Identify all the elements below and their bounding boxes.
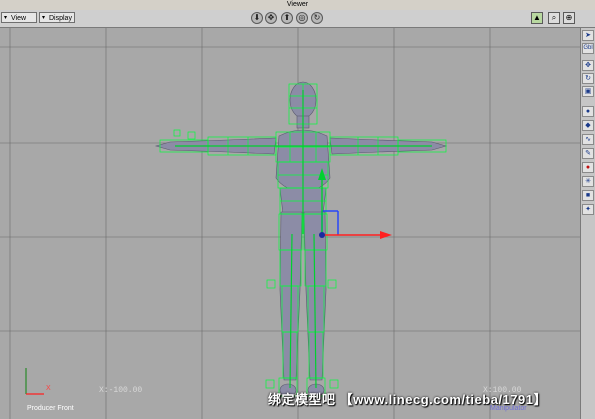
curve-icon[interactable]: ∿ — [582, 134, 594, 145]
viewport-canvas — [0, 28, 580, 419]
view-name: Producer Front — [27, 405, 74, 412]
gbl-icon[interactable]: Gbl — [582, 43, 594, 54]
toolbar: ▾ View ▾ Display ⬇ ✥ ⬆ ◎ ↻ ▲ ⌕ ⊕ — [0, 10, 595, 28]
frame-icon[interactable]: ◎ — [296, 12, 308, 24]
light-icon[interactable]: ✳ — [582, 176, 594, 187]
camera-tool-icon[interactable]: ■ — [582, 190, 594, 201]
sparkle-icon[interactable]: ✦ — [582, 204, 594, 215]
bone-icon[interactable]: ◆ — [582, 120, 594, 131]
zoom-region-icon[interactable]: ⌕ — [548, 12, 560, 24]
chevron-down-icon: ▾ — [42, 15, 46, 21]
pointer-icon[interactable]: ➤ — [582, 30, 594, 41]
camera-icon[interactable]: ▲ — [531, 12, 543, 24]
tool-sidebar: ➤ Gbl ✥ ↻ ▣ ● ◆ ∿ ✎ ● ✳ ■ ✦ — [580, 28, 595, 419]
sphere-icon[interactable]: ● — [582, 106, 594, 117]
maximize-icon[interactable]: ⊕ — [563, 12, 575, 24]
rotate-icon[interactable]: ↻ — [311, 12, 323, 24]
record-icon[interactable]: ● — [582, 162, 594, 173]
chevron-down-icon: ▾ — [4, 15, 8, 21]
3d-viewport[interactable]: X:-100.00 X:100.00 X — [0, 28, 580, 419]
move-icon[interactable]: ✥ — [265, 12, 277, 24]
rotate-tool-icon[interactable]: ↻ — [582, 73, 594, 84]
pen-icon[interactable]: ✎ — [582, 148, 594, 159]
scale-tool-icon[interactable]: ▣ — [582, 86, 594, 97]
pan-icon[interactable]: ⬇ — [251, 12, 263, 24]
left-coordinate: X:-100.00 — [99, 386, 143, 395]
display-menu-label: Display — [49, 15, 72, 22]
axis-indicator — [25, 368, 44, 395]
display-menu-button[interactable]: ▾ Display — [39, 12, 75, 23]
zoom-icon[interactable]: ⬆ — [281, 12, 293, 24]
rig-bones — [175, 90, 432, 389]
view-menu-button[interactable]: ▾ View — [1, 12, 37, 23]
axis-x-label: X — [46, 385, 51, 392]
view-menu-label: View — [11, 15, 27, 22]
move-tool-icon[interactable]: ✥ — [582, 60, 594, 71]
manipulator-label: Manipulator — [490, 405, 527, 412]
character-mesh[interactable] — [154, 81, 448, 397]
gbl-label: Gbl — [583, 45, 593, 51]
